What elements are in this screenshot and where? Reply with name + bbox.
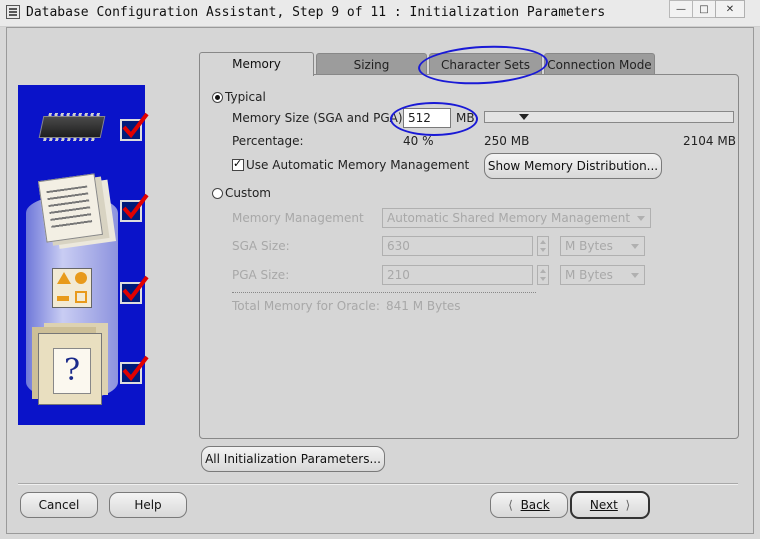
pga-unit-select[interactable]: M Bytes [560,265,645,285]
maximize-button[interactable]: □ [692,0,716,18]
tab-memory[interactable]: Memory [199,52,314,76]
tab-label: Memory [232,57,281,71]
auto-memory-checkbox[interactable] [232,157,244,171]
memory-management-label: Memory Management [232,211,364,225]
chevron-left-icon: ⟨ [508,498,521,512]
slider-thumb[interactable] [518,113,530,121]
show-memory-distribution-button[interactable]: Show Memory Distribution... [484,153,662,179]
show-memory-distribution-label: Show Memory Distribution... [487,159,659,173]
memory-tab-panel [199,74,739,439]
document-stack-icon [37,173,104,243]
cancel-button[interactable]: Cancel [20,492,98,518]
wizard-progress-image: ? [18,85,149,425]
chevron-right-icon: ⟩ [617,498,631,512]
memory-management-select[interactable]: Automatic Shared Memory Management [382,208,651,228]
sga-unit-value: M Bytes [565,239,613,253]
pga-size-input[interactable]: 210 [382,265,533,285]
maximize-icon: □ [699,3,709,15]
memory-management-value: Automatic Shared Memory Management [387,211,631,225]
footer-divider [18,483,738,485]
window-title: Database Configuration Assistant, Step 9… [26,5,606,20]
sga-size-value: 630 [387,239,410,253]
typical-radio[interactable] [212,92,223,103]
memory-slider[interactable] [484,111,734,123]
percentage-value: 40 % [403,134,434,148]
memory-unit-label: MB [456,111,475,125]
total-memory-label: Total Memory for Oracle: [232,299,380,313]
back-button[interactable]: ⟨ Back [490,492,568,518]
pga-size-value: 210 [387,268,410,282]
slider-max-label: 2104 MB [683,134,736,148]
title-bar: Database Configuration Assistant, Step 9… [0,0,760,27]
all-initialization-parameters-label: All Initialization Parameters... [205,452,381,466]
cancel-label: Cancel [38,498,80,512]
tab-sizing[interactable]: Sizing [316,53,427,75]
chevron-down-icon [637,216,645,221]
all-initialization-parameters-button[interactable]: All Initialization Parameters... [201,446,385,472]
minimize-button[interactable]: — [669,0,693,18]
next-button[interactable]: Next ⟩ [570,491,650,519]
memory-size-input[interactable]: 512 [403,108,451,128]
auto-memory-label: Use Automatic Memory Management [246,158,470,172]
tab-label: Connection Mode [547,58,652,72]
pga-size-label: PGA Size: [232,268,290,282]
sga-size-spinner[interactable] [537,236,549,256]
chip-icon [38,116,106,138]
step-check-icon [120,275,149,304]
window-app-icon[interactable] [6,5,20,19]
step-check-icon [120,112,149,141]
tab-connection-mode[interactable]: Connection Mode [544,53,655,75]
tab-label: Sizing [353,58,390,72]
slider-min-label: 250 MB [484,134,530,148]
shapes-icon [52,268,92,308]
sga-size-input[interactable]: 630 [382,236,533,256]
percentage-label: Percentage: [232,134,304,148]
typical-label: Typical [225,90,266,104]
sga-size-label: SGA Size: [232,239,290,253]
tab-label: Character Sets [440,58,530,72]
help-label: Help [134,498,162,512]
next-label: Next [589,498,618,512]
total-memory-value: 841 M Bytes [386,299,461,313]
custom-label: Custom [225,186,271,200]
back-label: Back [520,498,550,512]
memory-size-value: 512 [408,111,431,125]
close-button[interactable]: ✕ [715,0,745,18]
close-icon: ✕ [725,3,735,15]
chevron-down-icon [631,273,639,278]
separator [232,292,536,293]
tab-character-sets[interactable]: Character Sets [429,53,542,75]
memory-size-label: Memory Size (SGA and PGA): [232,111,407,125]
chevron-down-icon [631,244,639,249]
custom-radio[interactable] [212,188,223,199]
step-check-icon [120,193,149,222]
pga-size-spinner[interactable] [537,265,549,285]
step-check-icon [120,355,149,384]
pga-unit-value: M Bytes [565,268,613,282]
help-button[interactable]: Help [109,492,187,518]
sga-unit-select[interactable]: M Bytes [560,236,645,256]
minimize-icon: — [676,3,686,15]
help-folder-icon: ? [38,333,102,405]
